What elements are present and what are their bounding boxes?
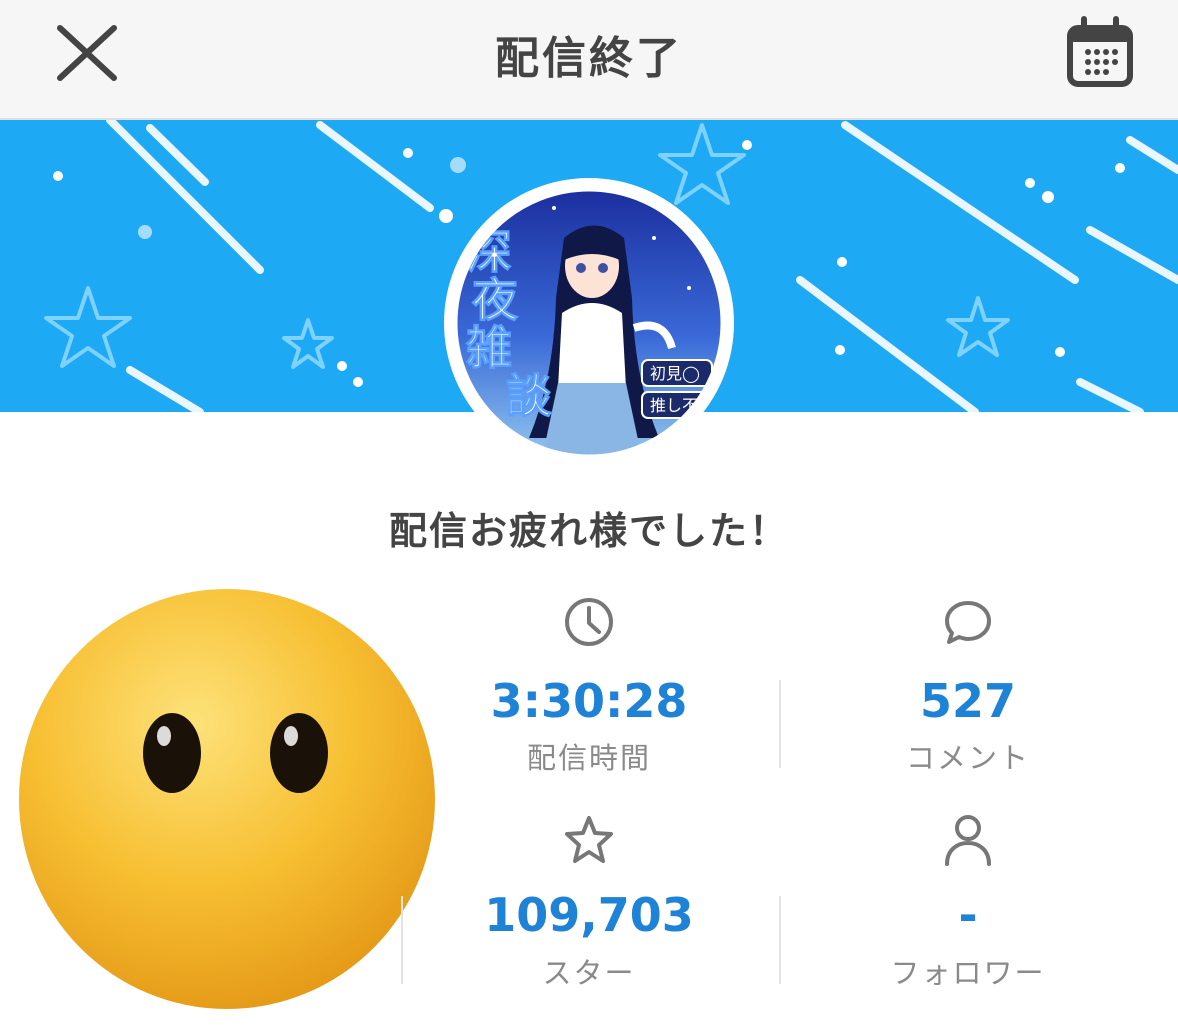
stat-divider	[779, 896, 781, 984]
page-title: 配信終了	[495, 33, 683, 84]
avatar-text-2: 夜	[471, 273, 519, 327]
stat-stars-label: スター	[542, 956, 636, 990]
star-icon	[565, 816, 613, 863]
stat-comments: 527 コメント	[783, 590, 1153, 780]
stat-stars: 109,703 スター	[404, 808, 774, 998]
person-icon	[945, 815, 991, 866]
stat-divider	[779, 680, 781, 768]
avatar-illustration: 初見◯ 推し不在 深 夜 雑 談	[450, 184, 728, 462]
calendar-icon	[1067, 16, 1133, 87]
stat-comments-label: コメント	[905, 741, 1030, 775]
stat-followers-label: フォロワー	[890, 956, 1046, 990]
clock-icon	[565, 598, 613, 646]
stat-followers: - フォロワー	[783, 808, 1153, 998]
header-bar: 配信終了	[0, 0, 1178, 120]
stat-duration: 3:30:28 配信時間	[404, 590, 774, 780]
streamer-avatar[interactable]: 初見◯ 推し不在 深 夜 雑 談	[444, 178, 734, 468]
stat-divider	[401, 896, 403, 984]
avatar-text-3: 雑	[465, 321, 512, 375]
face-without-mouth-icon	[19, 589, 435, 1009]
avatar-text-4: 談	[506, 369, 552, 423]
end-message: 配信お疲れ様でした！	[388, 509, 789, 553]
comment-icon	[945, 601, 991, 644]
stat-duration-value: 3:30:28	[490, 674, 688, 728]
stat-followers-value: -	[958, 888, 978, 942]
stat-comments-value: 527	[919, 674, 1017, 728]
stat-stars-value: 109,703	[484, 888, 694, 942]
avatar-badge-1: 初見◯	[650, 364, 700, 383]
calendar-button[interactable]	[1066, 16, 1134, 88]
stat-duration-label: 配信時間	[526, 741, 651, 775]
